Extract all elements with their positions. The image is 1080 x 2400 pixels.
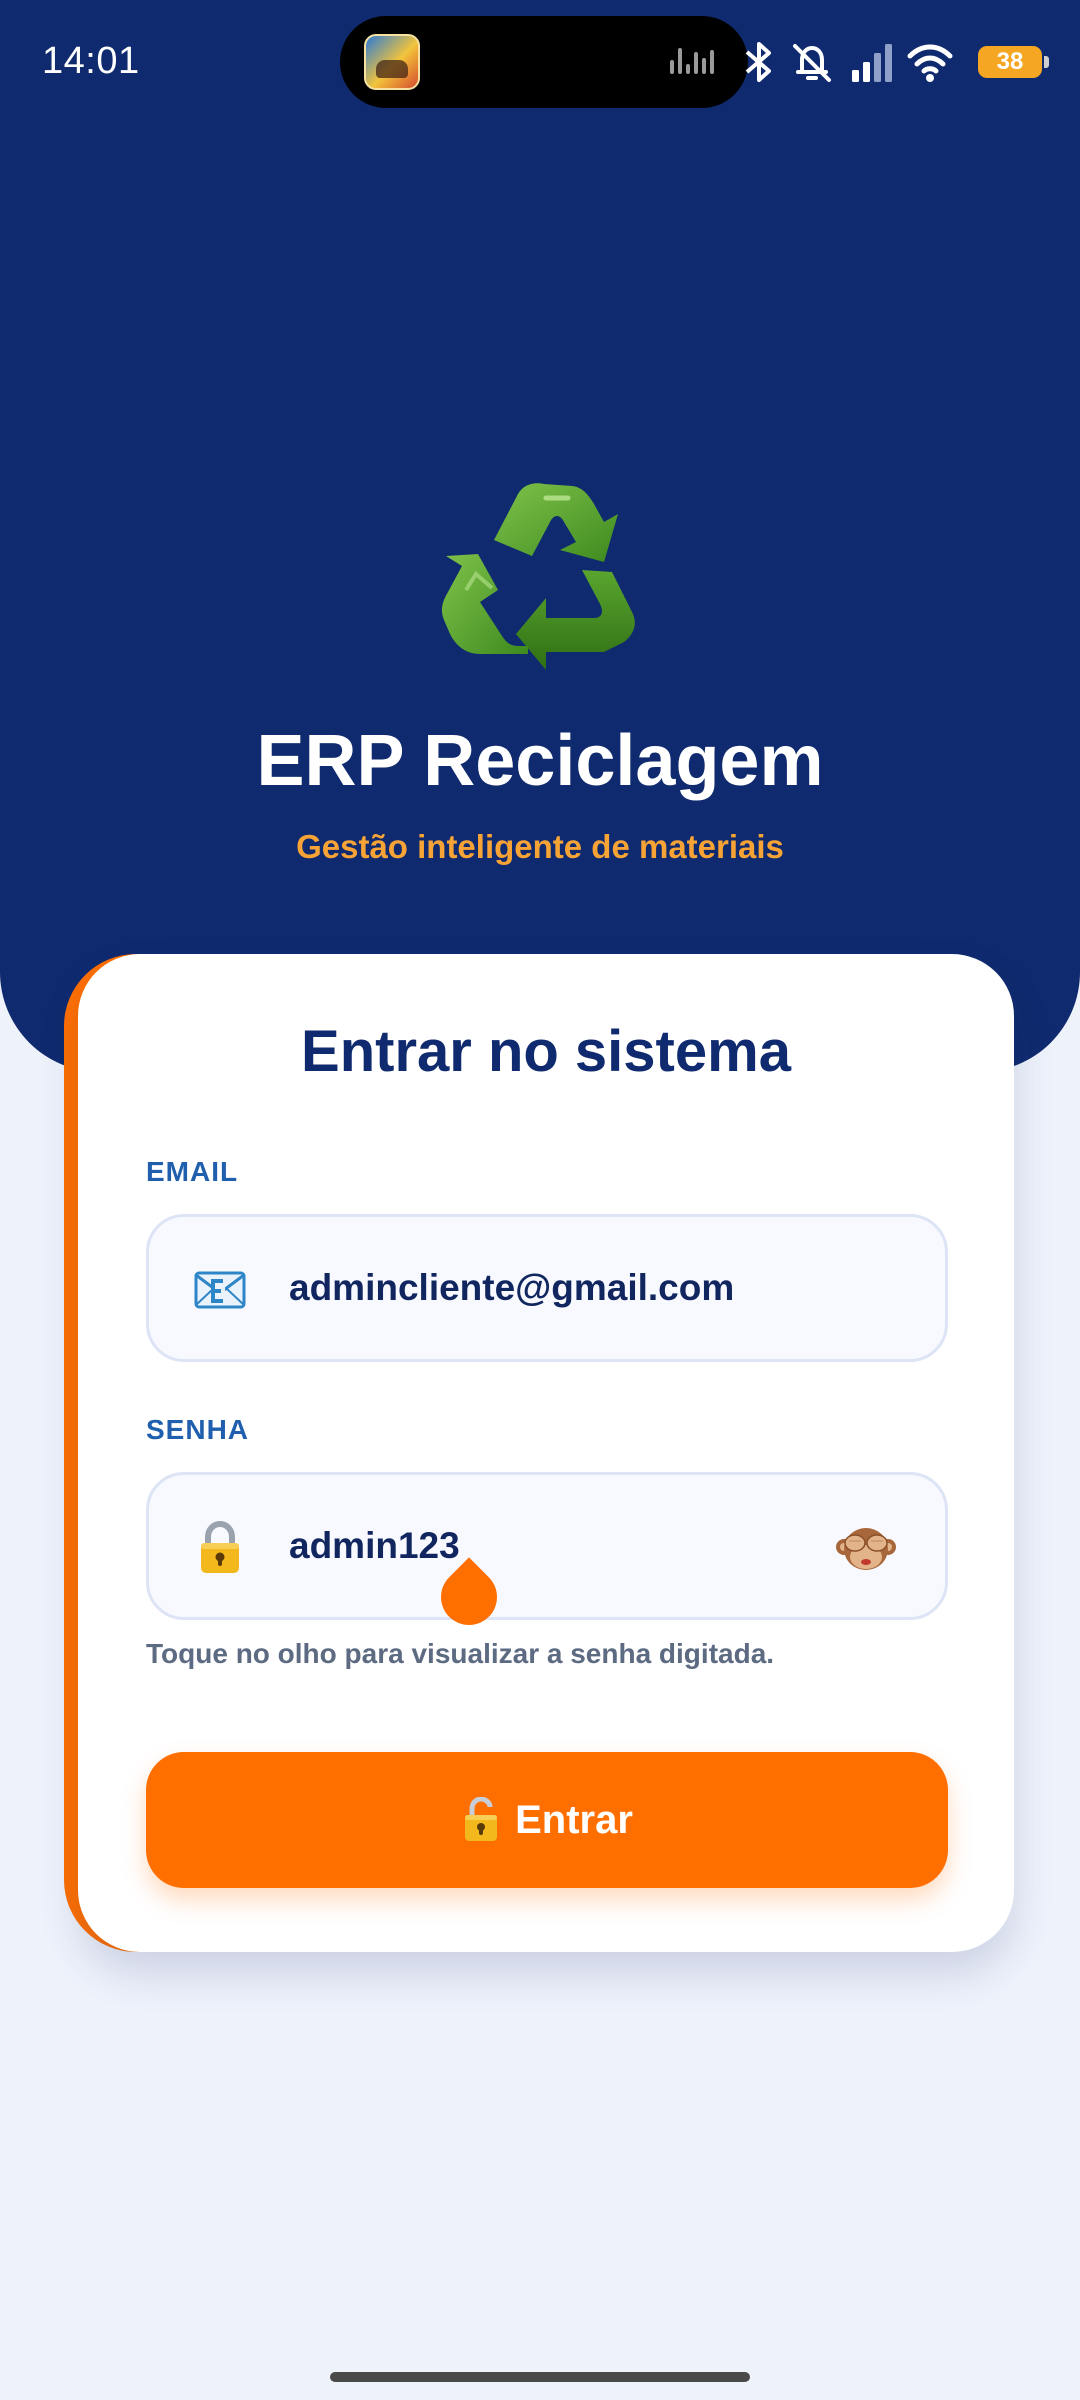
lock-icon (201, 1521, 239, 1573)
login-button[interactable]: Entrar (146, 1752, 948, 1888)
wifi-icon (907, 44, 953, 82)
envelope-icon (194, 1271, 246, 1309)
app-title: ERP Reciclagem (256, 721, 824, 801)
silent-icon (793, 44, 831, 82)
password-label: SENHA (146, 1414, 250, 1445)
status-icons: 38 (742, 38, 1049, 86)
home-indicator[interactable] (330, 2372, 750, 2382)
login-heading: Entrar no sistema (301, 1019, 791, 1084)
password-hint: Toque no olho para visualizar a senha di… (146, 1638, 775, 1669)
bluetooth-icon (745, 42, 771, 82)
status-time: 14:01 (42, 40, 140, 82)
status-bar: 14:01 38 (0, 0, 1080, 130)
now-playing-app-icon[interactable] (364, 34, 420, 90)
see-no-evil-monkey-icon[interactable] (835, 1517, 897, 1579)
audio-wave-icon (668, 46, 720, 78)
email-input[interactable]: admincliente@gmail.com (289, 1267, 734, 1309)
text-cursor-handle[interactable] (429, 1557, 509, 1637)
email-label: EMAIL (146, 1156, 239, 1187)
email-field[interactable]: admincliente@gmail.com (146, 1214, 948, 1362)
signal-icon (852, 44, 892, 82)
password-field[interactable]: admin123 (146, 1472, 948, 1637)
login-screen: 14:01 38 ERP Reciclagem Gestão inteligen… (0, 0, 1080, 2400)
unlock-icon (465, 1797, 498, 1841)
login-button-label: Entrar (515, 1797, 633, 1842)
login-card: Entrar no sistema EMAIL admincliente@gma… (78, 954, 1014, 1952)
app-subtitle: Gestão inteligente de materiais (296, 828, 784, 865)
password-input[interactable]: admin123 (289, 1525, 460, 1567)
recycle-icon (441, 483, 635, 670)
battery-icon: 38 (978, 46, 1049, 78)
dynamic-island[interactable] (340, 16, 748, 108)
